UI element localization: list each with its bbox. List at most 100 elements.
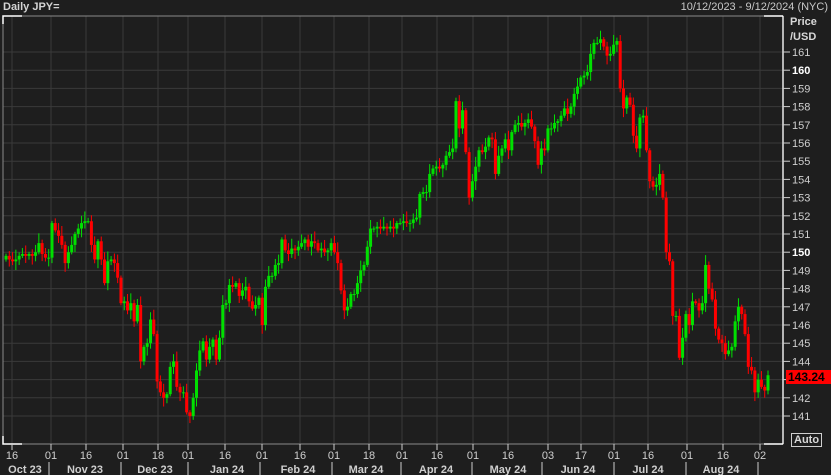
candle-body: [135, 304, 139, 322]
candle-body: [388, 226, 392, 229]
month-label: Jul 24: [632, 464, 664, 475]
day-tick-label: 02: [754, 450, 766, 462]
candle-up: [572, 87, 576, 116]
day-tick-label: 16: [219, 450, 231, 462]
candle-body: [231, 284, 235, 287]
candle-up: [109, 256, 113, 266]
day-tick-label: 01: [608, 450, 620, 462]
price-tick-label: 147: [792, 302, 810, 314]
candle-up: [562, 101, 566, 118]
candle-body: [378, 226, 382, 229]
candle-up: [355, 275, 359, 298]
candle-body: [638, 117, 642, 149]
candle-body: [694, 301, 698, 304]
candle-up: [73, 231, 77, 253]
candle-down: [204, 335, 208, 367]
candle-body: [500, 148, 504, 156]
candle-body: [355, 283, 359, 295]
auto-scale-button[interactable]: Auto: [791, 433, 823, 447]
candle-body: [257, 297, 261, 305]
candle-up: [273, 258, 277, 280]
candle-down: [648, 148, 652, 189]
candle-up: [50, 220, 54, 264]
candle-up: [4, 253, 8, 262]
candle-body: [444, 155, 448, 165]
candle-body: [20, 254, 24, 256]
candle-up: [658, 164, 662, 191]
month-label: Dec 23: [137, 464, 172, 475]
candle-body: [145, 343, 149, 347]
candle-down: [661, 170, 665, 200]
candle-body: [109, 259, 113, 262]
candle-down: [323, 240, 327, 257]
candle-up: [172, 354, 176, 374]
candle-down: [237, 278, 241, 303]
candle-body: [191, 397, 195, 416]
candle-body: [290, 248, 294, 255]
candle-up: [217, 330, 221, 362]
candle-body: [158, 381, 162, 393]
day-tick-label: 01: [117, 450, 129, 462]
candle-body: [76, 228, 80, 234]
month-label: Mar 24: [349, 464, 385, 475]
candle-body: [595, 42, 599, 44]
candle-body: [43, 254, 47, 258]
candle-up: [211, 337, 215, 356]
candle-body: [382, 226, 386, 229]
candle-up: [244, 276, 248, 300]
candle-body: [736, 306, 740, 322]
candle-down: [214, 334, 218, 366]
candle-body: [562, 108, 566, 116]
day-tick-label: 16: [642, 450, 654, 462]
candle-up: [556, 118, 560, 132]
candle-down: [119, 275, 123, 306]
candle-body: [181, 392, 185, 394]
candle-up: [592, 39, 596, 60]
candle-up: [704, 255, 708, 312]
candle-body: [539, 148, 543, 165]
candle-down: [342, 284, 346, 320]
candle-body: [671, 261, 675, 316]
candle-body: [293, 248, 297, 251]
candle-body: [254, 304, 258, 309]
candle-up: [431, 165, 435, 177]
candle-body: [625, 97, 629, 109]
candle-body: [648, 150, 652, 182]
candle-body: [451, 148, 455, 153]
candle-body: [408, 223, 412, 225]
candle-body: [530, 119, 534, 127]
candle-up: [487, 135, 491, 151]
price-tick-label: 159: [792, 83, 810, 95]
candle-body: [510, 132, 514, 151]
candle-up: [135, 298, 139, 324]
candle-body: [559, 115, 563, 122]
candle-body: [244, 286, 248, 291]
candle-body: [654, 184, 658, 187]
candle-body: [401, 221, 405, 224]
candle-down: [286, 243, 290, 262]
candle-body: [536, 141, 540, 165]
candle-body: [441, 164, 445, 169]
candle-down: [533, 124, 537, 149]
candle-body: [385, 226, 389, 229]
candle-body: [336, 252, 340, 264]
candle-body: [447, 152, 451, 156]
candle-body: [733, 321, 737, 347]
candle-body: [756, 379, 760, 393]
candle-up: [598, 30, 602, 50]
candle-body: [14, 259, 18, 262]
candle-up: [730, 343, 734, 358]
candle-body: [306, 239, 310, 247]
candle-up: [579, 75, 583, 89]
day-tick-label: 01: [256, 450, 268, 462]
candle-down: [687, 308, 691, 334]
candle-up: [149, 312, 153, 349]
candle-up: [681, 327, 685, 365]
candle-down: [250, 295, 254, 311]
candle-up: [372, 226, 376, 233]
candle-up: [96, 239, 100, 269]
candle-up: [654, 177, 658, 196]
price-unit-label: Price /USD: [790, 15, 817, 45]
candle-body: [60, 235, 64, 245]
candle-body: [375, 226, 379, 229]
